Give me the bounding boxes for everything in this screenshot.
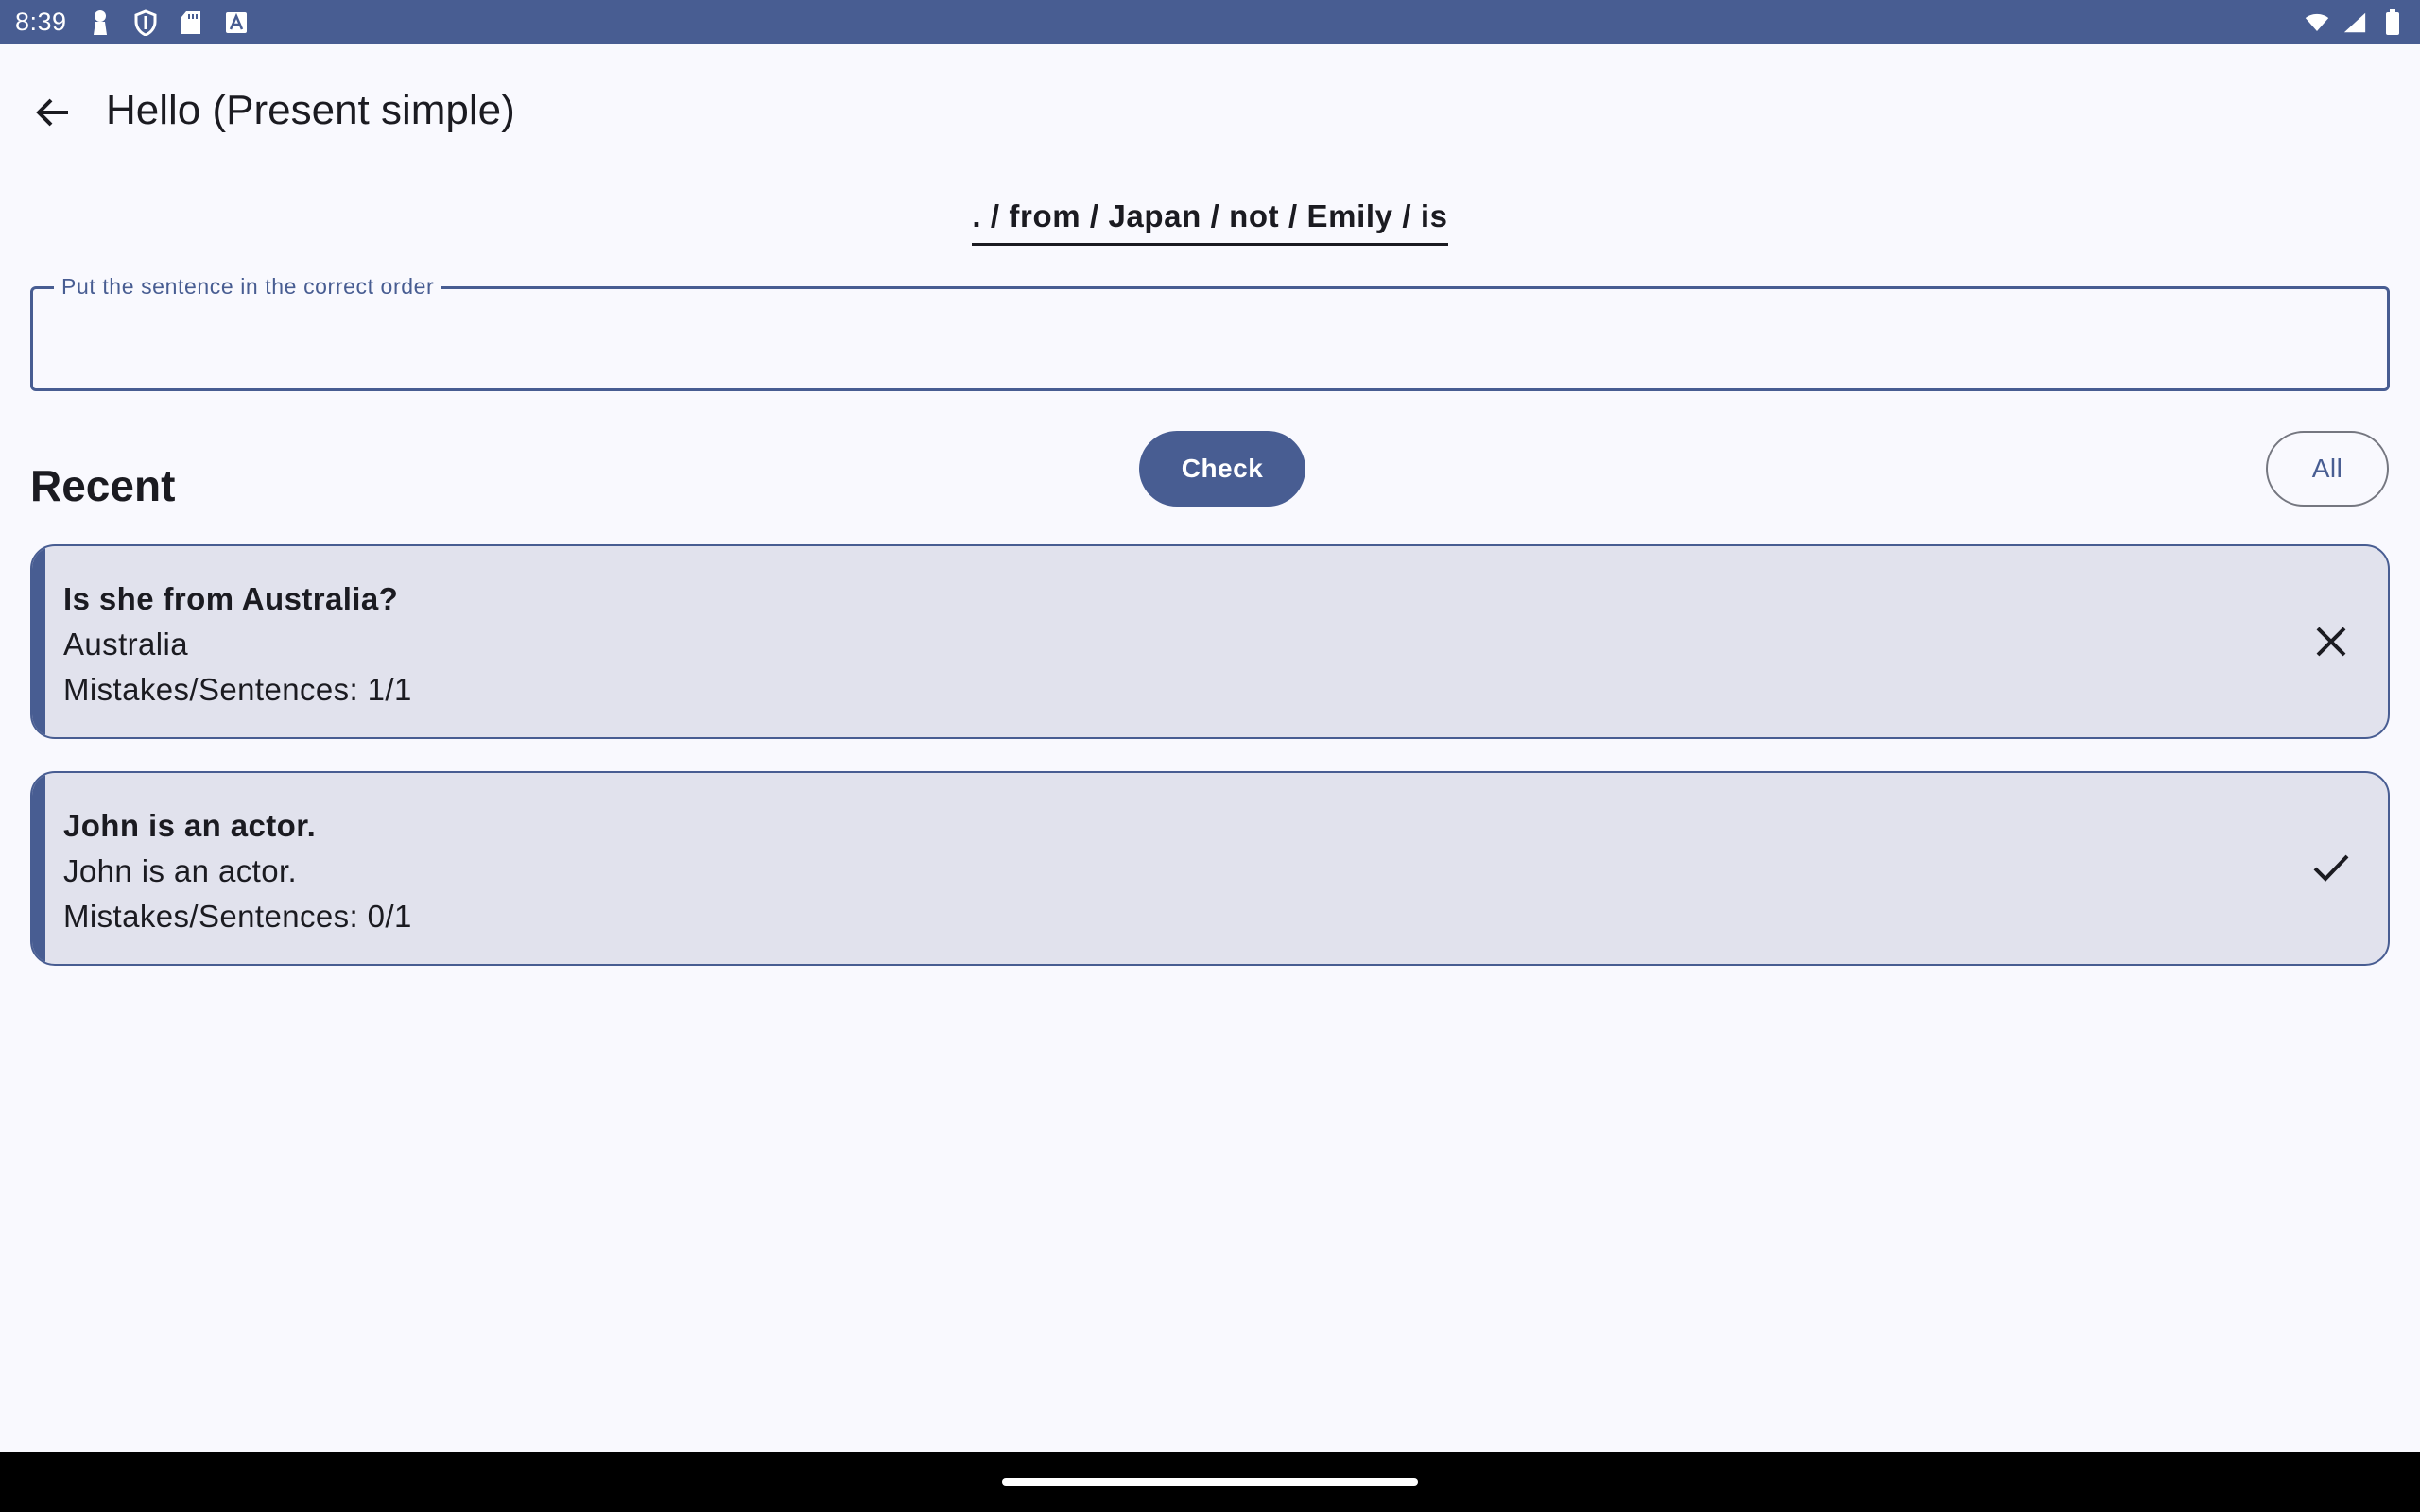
recent-item[interactable]: John is an actor. John is an actor. Mist… [30, 771, 2390, 966]
sd-card-icon [179, 9, 203, 37]
answer-field-label: Put the sentence in the correct order [54, 272, 442, 301]
top-app-bar: Hello (Present simple) [0, 44, 2420, 167]
recent-item-body: John is an actor. John is an actor. Mist… [63, 803, 412, 939]
status-bar-left: 8:39 [15, 8, 249, 37]
wifi-icon [2305, 9, 2329, 37]
recent-item-answer: John is an actor. [63, 853, 298, 888]
status-time: 8:39 [15, 8, 67, 36]
battery-icon [2380, 9, 2405, 37]
recent-item[interactable]: Is she from Australia? Australia Mistake… [30, 544, 2390, 739]
status-bar: 8:39 [0, 0, 2420, 44]
check-button[interactable]: Check [1139, 431, 1305, 507]
home-gesture-handle[interactable] [1002, 1478, 1418, 1486]
check-icon [2293, 831, 2369, 906]
recent-item-sentence: John is an actor. [63, 808, 317, 843]
recent-item-answer: Australia [63, 627, 188, 662]
answer-input[interactable] [56, 310, 2366, 369]
card-accent-bar [32, 546, 45, 737]
recent-heading: Recent [30, 461, 176, 510]
scrambled-words-container: . / from / Japan / not / Emily / is [0, 194, 2420, 246]
navigation-bar [0, 1452, 2420, 1512]
shield-icon [133, 9, 158, 37]
answer-field[interactable]: Put the sentence in the correct order [30, 272, 2390, 391]
close-icon [2293, 604, 2369, 679]
page-title: Hello (Present simple) [106, 87, 515, 133]
scrambled-words: . / from / Japan / not / Emily / is [972, 194, 1448, 246]
signal-icon [2342, 9, 2367, 37]
all-button[interactable]: All [2266, 431, 2389, 507]
status-bar-right [2305, 9, 2405, 37]
arrow-back-icon [34, 94, 72, 136]
recent-item-stats: Mistakes/Sentences: 0/1 [63, 899, 412, 934]
recent-item-body: Is she from Australia? Australia Mistake… [63, 576, 412, 713]
card-accent-bar [32, 773, 45, 964]
person-icon [88, 9, 112, 37]
back-button[interactable] [19, 80, 87, 148]
recent-item-stats: Mistakes/Sentences: 1/1 [63, 672, 412, 707]
recent-item-sentence: Is she from Australia? [63, 581, 399, 616]
font-icon [224, 9, 249, 37]
